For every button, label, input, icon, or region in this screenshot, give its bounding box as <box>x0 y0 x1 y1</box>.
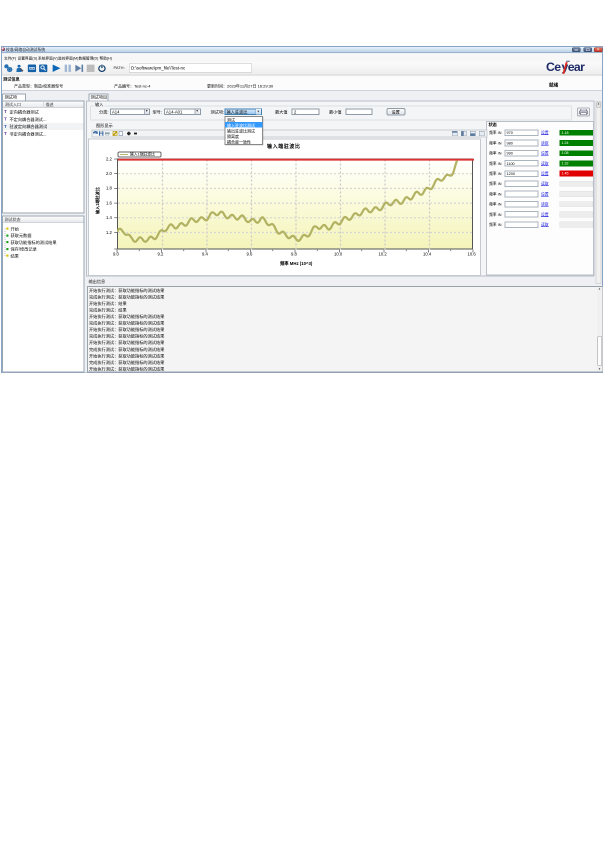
svg-text:Ce: Ce <box>547 61 562 75</box>
